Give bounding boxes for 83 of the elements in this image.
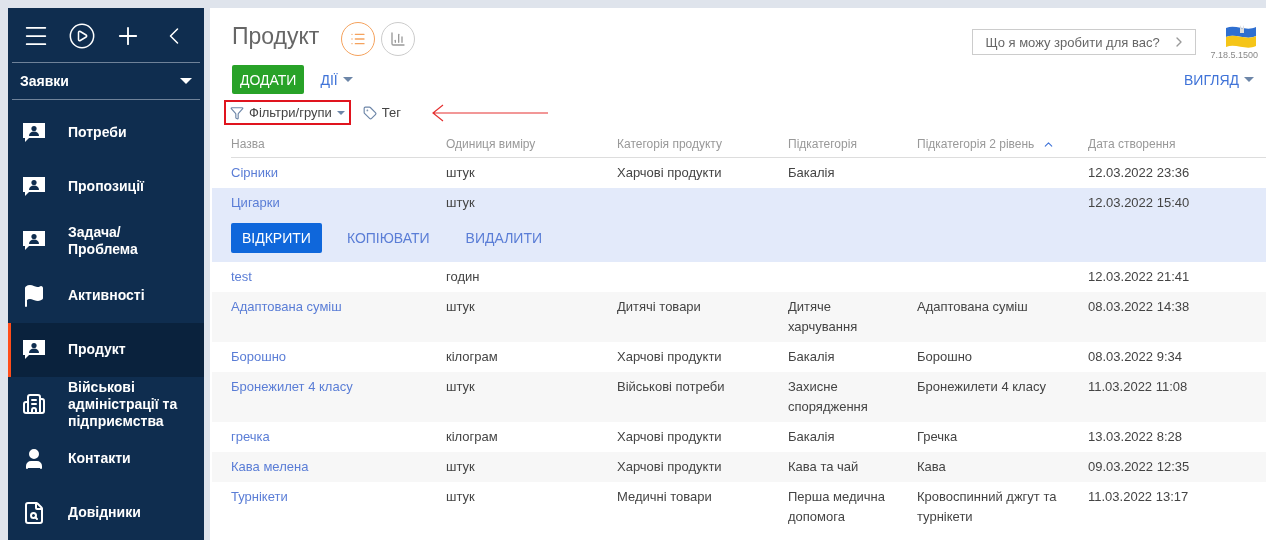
sidebar-item[interactable]: Довідники (8, 485, 204, 540)
list-icon (350, 31, 367, 47)
table-cell-text: 12.03.2022 23:36 (1088, 164, 1191, 182)
chat-person-icon (22, 338, 46, 361)
table-cell-text: 13.03.2022 8:28 (1088, 428, 1183, 446)
table-cell-text: Гречка (917, 428, 959, 446)
table-cell-text: Перша медична допомога (788, 488, 886, 526)
view-menu[interactable]: ВИГЛЯД (1180, 71, 1258, 88)
chat-person-icon (22, 230, 46, 253)
table-row[interactable]: Цигарки штук 12.03.2022 15:40 ВІДКРИТИ КОПІЮВАТИ ВИДАЛИТИ (212, 188, 1266, 262)
table-cell-text: 08.03.2022 9:34 (1088, 348, 1183, 366)
table-cell-text: Медичні товари (617, 488, 713, 506)
table-cell-text: Військові потреби (617, 378, 726, 396)
workplace-selector[interactable]: Заявки (12, 62, 200, 100)
page-title: Продукт (232, 23, 320, 50)
table-cell-text: Харчові продукти (617, 348, 723, 366)
table-row[interactable]: Адаптована суміш штук Дитячі товари Дитяче харчування Адаптована суміш 08.03.2022 14:38 (212, 292, 1266, 342)
sidebar-item[interactable]: Контакти (8, 431, 204, 486)
table-cell-text: 11.03.2022 11:08 (1088, 378, 1189, 396)
filters-button[interactable]: Фільтри/групи (224, 100, 351, 125)
actions-menu[interactable]: ДІЇ (316, 71, 357, 88)
search-field[interactable]: Що я можу зробити для вас? (972, 29, 1197, 55)
sidebar-item[interactable]: Пропозиції (8, 159, 204, 215)
table-cell-text: штук (446, 458, 476, 476)
chat-person-icon (22, 175, 46, 198)
table-cell-text: Дитяче харчування (788, 298, 859, 336)
table-row[interactable]: Бронежилет 4 класу штук Військові потреби Захисне спорядження Бронежилети 4 класу 11.03.2022 11:08 (212, 372, 1266, 422)
add-button[interactable]: ДОДАТИ (232, 65, 305, 94)
table-cell-text: Харчові продукти (617, 458, 723, 476)
product-link[interactable]: Сірники (231, 163, 446, 183)
table-cell-text: Харчові продукти (617, 428, 723, 446)
table-cell-text: штук (446, 488, 476, 506)
sidebar-item[interactable]: Задача/ Проблема (8, 214, 204, 269)
version-label: 7.18.5.1500 (1210, 50, 1258, 60)
table-cell-text: штук (446, 194, 476, 212)
table-cell-text: Бакалія (788, 428, 836, 446)
table-cell-text: штук (446, 164, 476, 182)
product-link[interactable]: Цигарки (231, 193, 446, 213)
sidebar-item[interactable]: Військові адміністрації та підприємства (8, 377, 204, 432)
table-row[interactable]: Кава мелена штук Харчові продукти Кава та чай Кава 09.03.2022 12:35 (212, 452, 1266, 482)
product-link[interactable]: гречка (231, 427, 446, 447)
play-icon[interactable] (68, 21, 96, 50)
table-cell-text: Кровоспинний джгут та турнікети (917, 488, 1058, 526)
table-cell-text: Бронежилети 4 класу (917, 378, 1047, 396)
building-icon (22, 392, 46, 417)
sidebar-item[interactable]: Активності (8, 268, 204, 323)
table-cell-text: Кава (917, 458, 947, 476)
chat-person-icon (22, 121, 46, 144)
product-link[interactable]: test (231, 267, 446, 287)
document-search-icon (22, 500, 46, 525)
sidebar-item[interactable]: Потреби (8, 105, 204, 160)
table-cell-text: 12.03.2022 21:41 (1088, 268, 1191, 286)
table-cell-text: Борошно (917, 348, 974, 366)
table-cell-text: штук (446, 378, 476, 396)
table-cell-text: 08.03.2022 14:38 (1088, 298, 1191, 316)
bar-chart-icon (390, 31, 407, 47)
sidebar-item[interactable]: Продукт (8, 322, 204, 378)
product-link[interactable]: Борошно (231, 347, 446, 367)
table-cell-text: 12.03.2022 15:40 (1088, 194, 1191, 212)
product-link[interactable]: Турнікети (231, 487, 446, 527)
flag-icon (22, 283, 46, 308)
table-cell-text: Дитячі товари (617, 298, 702, 316)
table-cell-text: годин (446, 268, 481, 286)
row-action-button[interactable]: ВИДАЛИТИ (454, 223, 553, 253)
table-cell-text: Адаптована суміш (917, 298, 1029, 316)
table-cell-text: Бакалія (788, 164, 836, 182)
tag-icon (362, 105, 377, 120)
table-cell-text: Кава та чай (788, 458, 860, 476)
table-cell-text: 11.03.2022 13:17 (1088, 488, 1190, 506)
product-link[interactable]: Адаптована суміш (231, 297, 446, 337)
table-cell-text: кілограм (446, 348, 499, 366)
open-button[interactable]: ВІДКРИТИ (231, 223, 322, 253)
table-cell-text: Захисне спорядження (788, 378, 869, 416)
product-link[interactable]: Кава мелена (231, 457, 446, 477)
table-cell-text: кілограм (446, 428, 499, 446)
caret-icon (180, 77, 192, 84)
table-cell-text: 09.03.2022 12:35 (1088, 458, 1191, 476)
table-cell-text: Харчові продукти (617, 164, 723, 182)
filter-icon (230, 105, 244, 120)
table-cell-text: штук (446, 298, 476, 316)
table-cell-text: Бакалія (788, 348, 836, 366)
product-link[interactable]: Бронежилет 4 класу (231, 377, 446, 417)
row-action-button[interactable]: КОПІЮВАТИ (335, 223, 441, 253)
